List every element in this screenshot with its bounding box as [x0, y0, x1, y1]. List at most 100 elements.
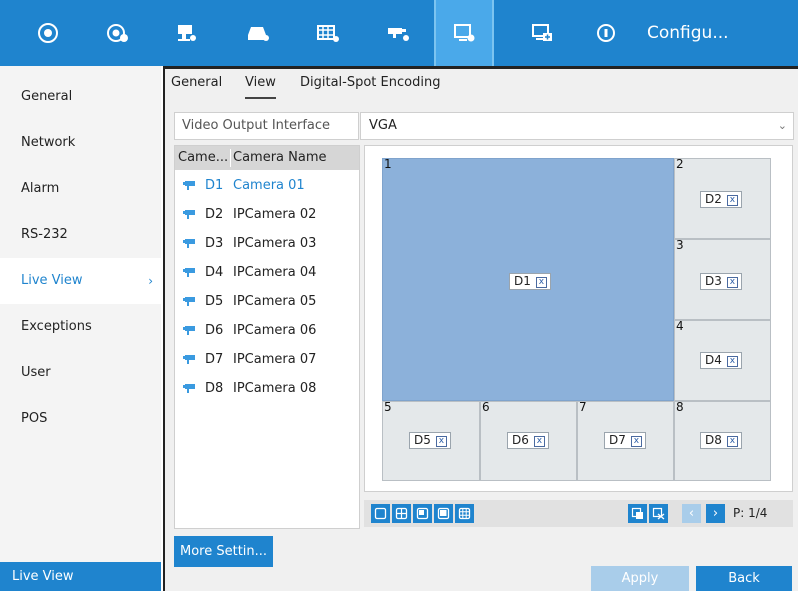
copy-view-icon[interactable] — [628, 504, 647, 523]
chevron-right-icon: › — [148, 274, 153, 288]
tab-general[interactable]: General — [171, 69, 222, 99]
video-config-icon[interactable] — [300, 0, 356, 66]
window-camera-label: D3 — [705, 274, 722, 288]
close-icon[interactable]: x — [726, 436, 738, 447]
camera-list-header: Came... Camera Name — [175, 146, 359, 170]
camera-icon — [183, 268, 195, 277]
camera-name: IPCamera 05 — [233, 294, 317, 309]
camera-row[interactable]: D5 IPCamera 05 — [175, 290, 359, 313]
hdd-icon[interactable] — [230, 0, 286, 66]
window-number: 2 — [676, 157, 684, 171]
playback-icon[interactable] — [20, 0, 76, 66]
column-header-camera-name[interactable]: Camera Name — [233, 146, 327, 170]
camera-icon — [183, 297, 195, 306]
window-camera-chip: D7 x — [604, 432, 646, 449]
sidebar-item-network[interactable]: Network — [0, 120, 161, 166]
tab-digital-spot-encoding[interactable]: Digital-Spot Encoding — [300, 69, 440, 99]
tab-view[interactable]: View — [245, 69, 276, 99]
view-window-3[interactable]: 3 D3 x — [674, 239, 771, 320]
camera-icon — [183, 326, 195, 335]
sidebar-item-general[interactable]: General — [0, 74, 161, 120]
view-window-2[interactable]: 2 D2 x — [674, 158, 771, 239]
sidebar-item-pos[interactable]: POS — [0, 396, 161, 442]
sidebar-item-rs232[interactable]: RS-232 — [0, 212, 161, 258]
camera-name: IPCamera 08 — [233, 381, 317, 396]
window-camera-chip: D5 x — [409, 432, 451, 449]
layout-1plus7-icon[interactable] — [434, 504, 453, 523]
layout-3x3-icon[interactable] — [455, 504, 474, 523]
close-icon[interactable]: x — [535, 277, 547, 288]
camera-row[interactable]: D3 IPCamera 03 — [175, 232, 359, 255]
camera-channel: D2 — [205, 207, 224, 222]
view-window-5[interactable]: 5 D5 x — [382, 401, 480, 481]
view-window-8[interactable]: 8 D8 x — [674, 401, 771, 481]
close-icon[interactable]: x — [726, 356, 738, 367]
clear-view-icon[interactable] — [649, 504, 668, 523]
current-menu-label: Live View — [0, 562, 161, 591]
camera-channel: D6 — [205, 323, 224, 338]
camera-config-icon[interactable] — [370, 0, 426, 66]
camera-channel: D3 — [205, 236, 224, 251]
camera-row[interactable]: D8 IPCamera 08 — [175, 377, 359, 400]
sidebar-item-alarm[interactable]: Alarm — [0, 166, 161, 212]
camera-row[interactable]: D7 IPCamera 07 — [175, 348, 359, 371]
page-indicator: P: 1/4 — [733, 506, 768, 520]
window-camera-label: D4 — [705, 353, 722, 367]
sidebar-item-exceptions[interactable]: Exceptions — [0, 304, 161, 350]
back-button[interactable]: Back — [696, 566, 792, 591]
menu-title: Configu... — [647, 23, 729, 43]
camera-channel: D7 — [205, 352, 224, 367]
close-icon[interactable]: x — [435, 436, 447, 447]
window-number: 6 — [482, 400, 490, 414]
camera-name: IPCamera 02 — [233, 207, 317, 222]
camera-name: IPCamera 06 — [233, 323, 317, 338]
view-window-4[interactable]: 4 D4 x — [674, 320, 771, 401]
close-icon[interactable]: x — [533, 436, 545, 447]
camera-name: Camera 01 — [233, 178, 305, 193]
sidebar-item-user[interactable]: User — [0, 350, 161, 396]
view-window-7[interactable]: 7 D7 x — [577, 401, 674, 481]
video-output-select[interactable]: VGA ⌄ — [360, 112, 794, 140]
layout-1plus5-icon[interactable] — [413, 504, 432, 523]
window-camera-chip: D6 x — [507, 432, 549, 449]
camera-row[interactable]: D4 IPCamera 04 — [175, 261, 359, 284]
camera-channel: D4 — [205, 265, 224, 280]
system-config-icon[interactable] — [514, 0, 570, 66]
close-icon[interactable]: x — [630, 436, 642, 447]
camera-list: Came... Camera Name D1 Camera 01 D2 IPCa… — [174, 145, 360, 529]
layout-toolbar: ‹ › — [364, 500, 793, 527]
column-header-channel[interactable]: Came... — [178, 146, 228, 170]
more-settings-button[interactable]: More Settin... — [174, 536, 273, 567]
window-camera-chip: D3 x — [700, 273, 742, 290]
view-window-1[interactable]: 1 D1 x — [382, 158, 674, 401]
camera-search-icon[interactable] — [90, 0, 146, 66]
window-camera-label: D6 — [512, 433, 529, 447]
window-camera-label: D8 — [705, 433, 722, 447]
display-config-icon[interactable] — [434, 0, 494, 66]
window-camera-label: D2 — [705, 192, 722, 206]
sidebar-item-label: Live View — [21, 273, 83, 288]
sidebar-item-live-view[interactable]: Live View › — [0, 258, 161, 304]
camera-icon — [183, 384, 195, 393]
camera-channel: D5 — [205, 294, 224, 309]
window-number: 8 — [676, 400, 684, 414]
info-icon[interactable] — [578, 0, 634, 66]
close-icon[interactable]: x — [726, 195, 738, 206]
camera-row[interactable]: D6 IPCamera 06 — [175, 319, 359, 342]
camera-name: IPCamera 07 — [233, 352, 317, 367]
window-number: 1 — [384, 157, 392, 171]
camera-row[interactable]: D2 IPCamera 02 — [175, 203, 359, 226]
camera-name: IPCamera 04 — [233, 265, 317, 280]
record-icon[interactable] — [158, 0, 214, 66]
prev-page-icon[interactable]: ‹ — [682, 504, 701, 523]
window-number: 7 — [579, 400, 587, 414]
view-window-6[interactable]: 6 D6 x — [480, 401, 577, 481]
next-page-icon[interactable]: › — [706, 504, 725, 523]
window-camera-label: D5 — [414, 433, 431, 447]
close-icon[interactable]: x — [726, 277, 738, 288]
apply-button[interactable]: Apply — [591, 566, 689, 591]
window-number: 5 — [384, 400, 392, 414]
camera-row[interactable]: D1 Camera 01 — [175, 174, 359, 197]
layout-1x1-icon[interactable] — [371, 504, 390, 523]
layout-2x2-icon[interactable] — [392, 504, 411, 523]
